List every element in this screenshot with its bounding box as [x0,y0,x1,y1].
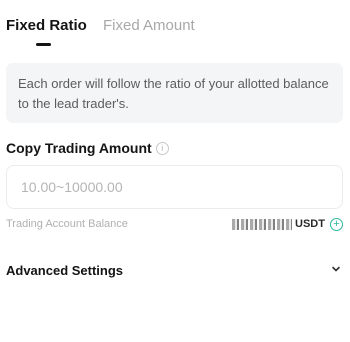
mode-tabs: Fixed Ratio Fixed Amount [6,17,336,49]
info-box: Each order will follow the ratio of your… [6,63,343,123]
copy-trading-amount-input[interactable] [6,165,343,209]
balance-unit: USDT [295,218,325,230]
advanced-settings-row[interactable]: Advanced Settings [6,261,343,281]
help-circle-icon[interactable]: i [155,141,169,155]
plus-circle-icon[interactable]: + [329,217,343,231]
copy-trading-amount-title: Copy Trading Amount i [6,140,169,156]
tab-fixed-ratio[interactable]: Fixed Ratio [6,17,87,35]
active-tab-indicator [36,43,51,46]
balance-masked-value [232,218,292,230]
chevron-down-icon [332,266,340,272]
trading-account-balance-label: Trading Account Balance [6,218,128,230]
advanced-settings-label: Advanced Settings [6,263,124,278]
copy-trading-amount-label: Copy Trading Amount [6,140,152,156]
tab-fixed-amount[interactable]: Fixed Amount [103,17,195,35]
info-text: Each order will follow the ratio of your… [18,76,329,111]
trading-account-balance-value: USDT + [232,216,343,232]
